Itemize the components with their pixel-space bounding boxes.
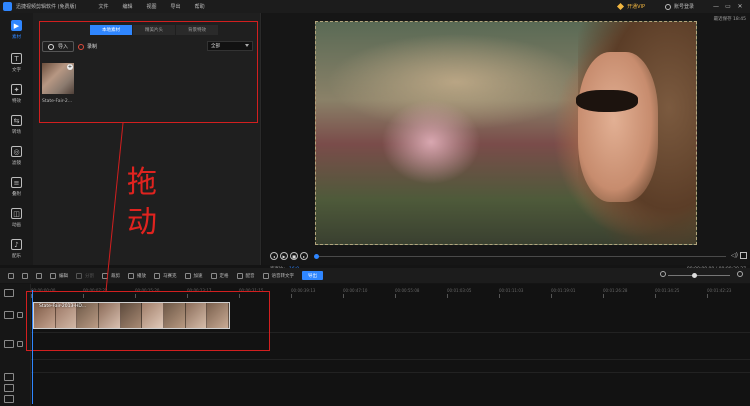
annotation-line	[105, 122, 124, 292]
video-editor-app: 迅捷视频剪辑软件 (免费版) 文件 编辑 视图 导出 帮助 开通VIP 账号登录…	[0, 0, 750, 406]
annotation-arrow	[105, 122, 124, 292]
